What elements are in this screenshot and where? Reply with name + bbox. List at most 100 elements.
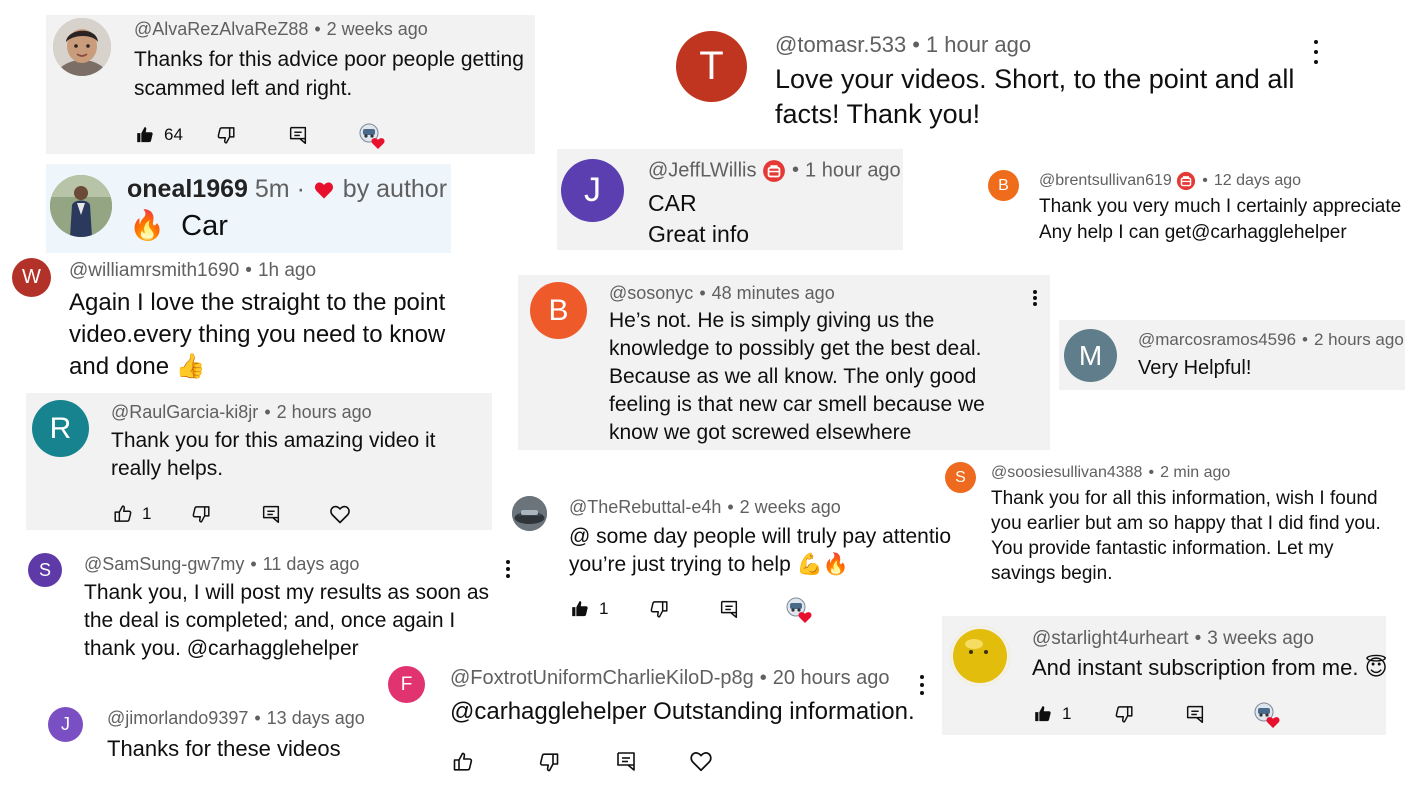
author-handle[interactable]: @SamSung-gw7my [84, 554, 244, 574]
author-handle[interactable]: @williamrsmith1690 [69, 260, 239, 281]
timestamp: 20 hours ago [772, 667, 890, 689]
more-options-button[interactable] [1025, 290, 1045, 306]
timestamp: 13 days ago [266, 708, 365, 728]
heart-icon [328, 502, 352, 526]
like-count: 1 [1062, 704, 1072, 723]
comment-samsung: S @SamSung-gw7my • 11 days ago Thank you, … [20, 548, 525, 663]
dislike-button[interactable] [648, 598, 670, 620]
author-handle[interactable]: @sosonyc [609, 283, 693, 303]
comment-rebuttal: @TheRebuttal-e4h • 2 weeks ago @ some day … [510, 490, 951, 630]
thumb-down-icon [537, 750, 561, 774]
avatar[interactable]: J [48, 707, 83, 742]
like-button[interactable] [451, 750, 475, 774]
author-handle[interactable]: @jimorlando9397 [107, 708, 248, 728]
thumb-down-icon [190, 503, 212, 525]
comment-text: Thanks for this advice poor people getti… [134, 48, 524, 100]
heart-button[interactable] [688, 748, 714, 774]
avatar[interactable]: M [1064, 329, 1117, 382]
author-handle[interactable]: @FoxtrotUniformCharlieKiloD-p8g [450, 667, 754, 689]
like-button[interactable]: 1 [569, 598, 608, 620]
thumbs-up-emoji: 👍 [175, 353, 206, 380]
avatar-initial: F [400, 673, 413, 695]
avatar[interactable]: S [945, 462, 976, 493]
like-button[interactable]: 1 [1032, 703, 1071, 725]
yellow-ball-icon [950, 626, 1010, 686]
avatar[interactable]: B [988, 170, 1019, 201]
author-handle[interactable]: @TheRebuttal-e4h [569, 497, 721, 517]
author-name[interactable]: oneal1969 [127, 175, 248, 203]
avatar[interactable] [53, 18, 111, 76]
timestamp: 2 min ago [1160, 464, 1231, 481]
reply-button[interactable] [260, 503, 282, 525]
avatar-initial: J [584, 171, 601, 209]
thumb-up-icon [451, 750, 475, 774]
more-options-button[interactable] [1306, 40, 1326, 64]
avatar[interactable]: J [561, 159, 624, 222]
author-handle[interactable]: @JeffLWillis [648, 159, 756, 181]
dislike-button[interactable] [537, 750, 561, 774]
author-handle[interactable]: @brentsullivan619 [1039, 172, 1172, 189]
reply-button[interactable] [718, 598, 740, 620]
avatar-initial: B [998, 176, 1009, 194]
comment-text: And instant subscription from me. [1032, 655, 1359, 680]
avatar[interactable]: T [676, 31, 747, 102]
comment-tomasr: T @tomasr.533 • 1 hour ago Love your video… [670, 22, 1340, 142]
comment-text: Love your videos. Short, to the point an… [775, 64, 1295, 129]
avatar-initial: S [955, 468, 966, 486]
dislike-button[interactable] [190, 503, 212, 525]
timestamp: 48 minutes ago [711, 283, 835, 303]
timestamp: 5m [254, 175, 290, 203]
avatar[interactable] [950, 626, 1010, 686]
like-button[interactable]: 1 [112, 503, 151, 525]
thumb-down-icon [1113, 703, 1135, 725]
heart-button[interactable] [328, 502, 352, 526]
by-author-label: by author [342, 175, 448, 203]
comment-line-1: Thank you very much I certainly apprecia… [1039, 196, 1402, 217]
comment-oneal: oneal1969 5m · by author 🔥 Car [46, 164, 451, 253]
avatar-initial: M [1078, 339, 1103, 371]
avatar[interactable]: R [32, 400, 89, 457]
verified-badge-icon [1176, 171, 1196, 191]
timestamp: 11 days ago [262, 554, 360, 574]
reply-icon [1184, 703, 1206, 725]
profile-photo-icon [53, 18, 111, 76]
comment-text: Again I love the straight to the point v… [69, 289, 446, 380]
timestamp: 12 days ago [1213, 172, 1302, 190]
avatar[interactable] [50, 175, 112, 237]
emoji: 💪🔥 [796, 553, 849, 576]
timestamp: 1h ago [257, 260, 317, 281]
timestamp: 2 weeks ago [326, 19, 428, 39]
author-handle[interactable]: @AlvaRezAlvaReZ88 [134, 19, 308, 39]
author-handle[interactable]: @starlight4urheart [1032, 628, 1189, 649]
reply-icon [287, 124, 309, 146]
reply-button[interactable] [287, 124, 309, 146]
avatar-initial: T [699, 44, 724, 88]
avatar[interactable]: B [530, 282, 587, 339]
like-button[interactable]: 64 [134, 124, 183, 146]
dislike-button[interactable] [1113, 703, 1135, 725]
reply-button[interactable] [1184, 703, 1206, 725]
reply-button[interactable] [614, 749, 638, 773]
avatar-initial: R [49, 411, 72, 445]
profile-photo-icon [50, 175, 112, 237]
avatar-initial: W [22, 266, 41, 288]
dislike-button[interactable] [215, 124, 237, 146]
creator-heart-icon [358, 122, 386, 150]
thumb-up-icon [112, 503, 134, 525]
more-options-button[interactable] [912, 675, 932, 695]
avatar[interactable]: F [388, 666, 425, 703]
author-handle[interactable]: @RaulGarcia-ki8jr [111, 402, 258, 422]
author-handle[interactable]: @tomasr.533 [775, 32, 906, 57]
timestamp: 3 weeks ago [1207, 628, 1314, 649]
comment-text: @carhagglehelper Outstanding information… [450, 698, 915, 725]
avatar[interactable]: S [28, 553, 62, 587]
comment-marcos: M @marcosramos4596 • 2 hours ago Very Help… [1059, 320, 1405, 390]
avatar[interactable] [512, 496, 547, 531]
thumb-down-icon [215, 124, 237, 146]
comment-foxtrot: F @FoxtrotUniformCharlieKiloD-p8g • 20 hou… [380, 660, 940, 793]
author-handle[interactable]: @soosiesullivan4388 [991, 464, 1142, 481]
avatar[interactable]: W [12, 258, 51, 297]
author-handle[interactable]: @marcosramos4596 [1138, 330, 1296, 349]
avatar-initial: B [548, 293, 569, 327]
like-count: 1 [142, 504, 152, 523]
